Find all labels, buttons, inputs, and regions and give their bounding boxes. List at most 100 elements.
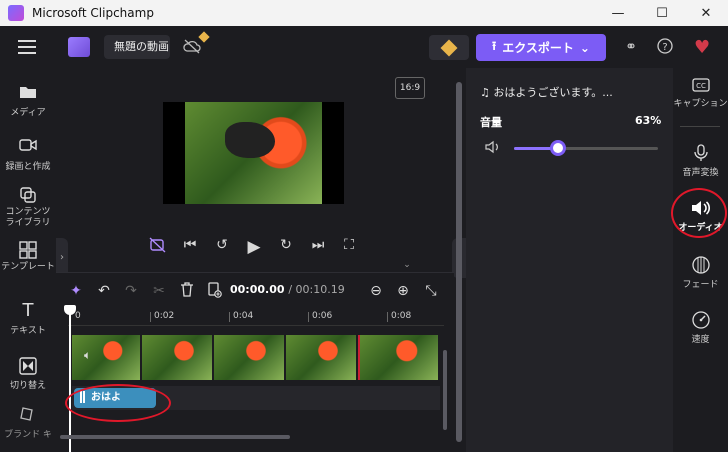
ruler-tick [308,312,309,322]
speaker-icon[interactable] [485,140,501,158]
chevron-down-icon: ⌄ [579,40,590,55]
zoom-in-icon[interactable]: ⊕ [394,282,412,300]
sidebar-item-fade[interactable]: フェード [673,256,728,290]
transition-icon [19,357,37,375]
volume-percent: 63% [635,114,662,127]
minimize-button[interactable]: — [596,0,640,26]
premium-button[interactable] [429,35,469,60]
sidebar-item-label: メディア [10,108,46,118]
template-icon [19,241,37,259]
sidebar-item-transitions[interactable]: 切り替え [0,357,56,391]
rewind-5-icon[interactable]: ↺ [212,237,232,255]
magic-icon[interactable] [148,237,168,255]
video-clip-thumbnail[interactable] [286,335,358,380]
ruler-label: 0:06 [312,311,333,321]
sidebar-item-label: コンテンツ ライブラリ [5,207,51,228]
camera-icon [19,138,37,156]
volume-label: 音量 [480,116,502,129]
project-icon [68,37,90,57]
sidebar-item-captions[interactable]: CC キャプション [673,78,728,110]
fit-timeline-icon[interactable]: ⤡ [422,282,440,300]
ruler-tick [387,312,388,322]
fullscreen-icon[interactable]: ⛶ [339,237,359,255]
ruler-tick [150,312,151,322]
sidebar-item-brand-kit[interactable]: ブランド キ [0,406,56,440]
upload-icon: ⭱ [492,39,497,53]
svg-text:CC: CC [696,82,706,90]
sidebar-item-record[interactable]: 録画と作成 [0,138,56,172]
ruler-label: 0:04 [233,311,254,321]
skip-back-icon[interactable]: ⏮ [180,237,200,255]
sidebar-item-label: 音声変換 [682,168,719,178]
playhead[interactable] [69,310,71,452]
cloud-off-icon [182,38,204,56]
heart-icon[interactable]: ♥ [694,37,710,58]
library-icon [19,186,37,204]
timeline-vertical-scrollbar[interactable] [443,350,447,430]
aspect-ratio-button[interactable]: 16:9 [395,77,425,99]
volume-slider-thumb[interactable] [550,140,567,156]
video-clip-thumbnail[interactable] [142,335,214,380]
delete-icon[interactable] [178,282,196,300]
forward-5-icon[interactable]: ↻ [276,237,296,255]
app-header: 無題の動画 ⭱ エクスポート ⌄ ⚭ ? ♥ [0,26,728,68]
redo-icon[interactable]: ↷ [122,282,140,300]
export-button[interactable]: ⭱ エクスポート ⌄ [476,34,606,61]
ruler-label: 0 [75,311,81,321]
preview-scrollbar-thumb[interactable] [456,82,462,442]
scissors-icon[interactable]: ✂ [150,282,168,300]
video-clip-thumbnail[interactable] [214,335,286,380]
title-bar: Microsoft Clipchamp — ☐ ✕ [0,0,728,26]
track-title-text: おはようございます。... [493,86,613,99]
ruler-label: 0:02 [154,311,175,321]
sidebar-item-content-library[interactable]: コンテンツ ライブラリ [0,186,56,229]
project-name-input[interactable]: 無題の動画 [104,35,170,59]
sidebar-item-speed[interactable]: 速度 [673,311,728,345]
folder-icon [19,84,37,102]
clip-split-marker [358,335,360,380]
sidebar-item-voice[interactable]: 音声変換 [673,144,728,178]
maximize-button[interactable]: ☐ [640,0,684,26]
video-frame-image [185,102,322,204]
video-clip-thumbnail[interactable] [360,335,440,380]
track-title: ♫ おはようございます。... [480,84,613,100]
video-clip-thumbnail[interactable] [72,335,142,380]
sidebar-item-label: 速度 [691,335,710,345]
captions-icon: CC [691,78,711,96]
export-label: エクスポート [502,41,574,55]
video-preview [163,102,344,204]
zoom-out-icon[interactable]: ⊖ [367,282,385,300]
play-icon[interactable]: ▶ [244,237,264,257]
svg-text:?: ? [662,42,667,53]
skip-forward-icon[interactable]: ⏭ [308,237,328,255]
timeline-horizontal-scrollbar[interactable] [60,435,290,439]
speed-icon [691,311,711,329]
highlight-ellipse [65,384,171,422]
sidebar-item-templates[interactable]: テンプレート [0,241,56,273]
undo-icon[interactable]: ↶ [95,282,113,300]
share-icon[interactable]: ⚭ [622,38,640,56]
menu-icon[interactable] [18,40,36,54]
window-title: Microsoft Clipchamp [32,6,154,20]
fade-icon [691,256,711,274]
sidebar-item-label: 切り替え [9,381,46,391]
music-note-icon: ♫ [480,86,490,99]
sidebar-item-media[interactable]: メディア [0,84,56,118]
sidebar-item-label: テキスト [10,326,46,336]
sidebar-item-text[interactable]: T テキスト [0,302,56,337]
ruler-tick [229,312,230,322]
close-button[interactable]: ✕ [684,0,728,26]
voice-icon [691,144,711,162]
clip-speaker-icon[interactable]: 🔈︎ [84,348,91,363]
highlight-ellipse [671,188,727,238]
help-icon[interactable]: ? [656,38,674,56]
add-media-icon[interactable] [206,282,224,300]
sidebar-item-label: テンプレート [1,262,55,272]
chevron-down-icon[interactable]: ⌄ [397,260,417,270]
current-time: 00:00.00 [230,283,285,296]
sidebar-item-label: 録画と作成 [5,162,51,172]
sparkle-icon[interactable]: ✦ [67,282,85,300]
clipchamp-logo-icon [8,5,24,21]
ruler-label: 0:08 [391,311,412,321]
timecode: 00:00.00 / 00:10.19 [230,283,345,296]
